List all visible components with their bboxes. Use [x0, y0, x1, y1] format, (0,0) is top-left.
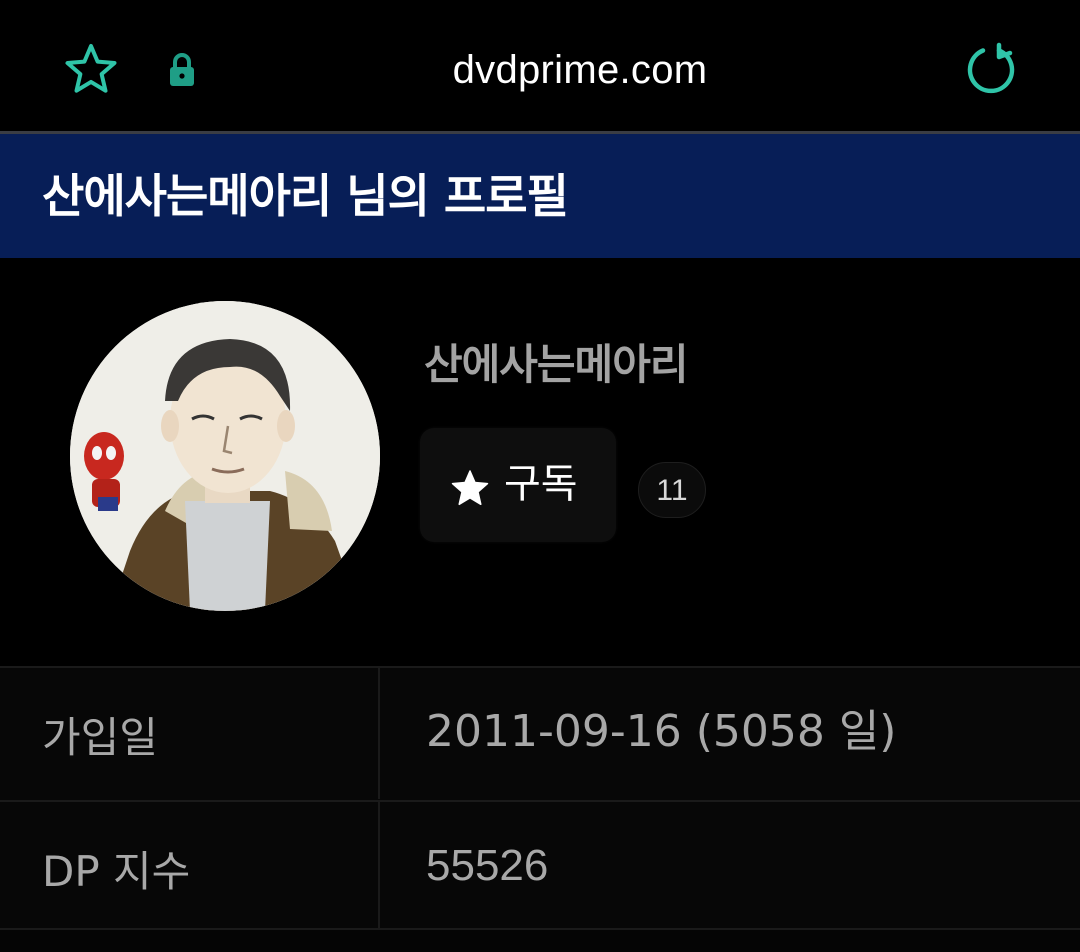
reload-icon[interactable] [960, 40, 1022, 98]
star-icon [450, 468, 490, 508]
profile-info-table: 가입일 2011-09-16 (5058 일) DP 지수 55526 [0, 666, 1080, 952]
profile-title-banner: 산에사는메아리 님의 프로필 [0, 134, 1080, 258]
info-value: 2011-09-16 (5058 일) [426, 706, 897, 757]
info-key: DP 지수 [42, 847, 191, 896]
browser-toolbar: dvdprime.com [0, 0, 1080, 132]
avatar [70, 301, 380, 611]
address-bar-url[interactable]: dvdprime.com [380, 44, 780, 96]
next-row-edge [0, 928, 1080, 952]
profile-section: 산에사는메아리 구독 11 [0, 258, 1080, 666]
info-key-cell: DP 지수 [0, 802, 380, 933]
info-value: 55526 [426, 841, 549, 890]
bookmark-star-icon[interactable] [60, 40, 122, 98]
info-row-dp-index: DP 지수 55526 [0, 800, 1080, 933]
subscriber-count-badge: 11 [638, 462, 706, 518]
subscribe-button[interactable]: 구독 [420, 428, 616, 542]
info-row-join-date: 가입일 2011-09-16 (5058 일) [0, 668, 1080, 799]
info-key-cell: 가입일 [0, 668, 380, 799]
page-title: 산에사는메아리 님의 프로필 [42, 169, 569, 223]
profile-username: 산에사는메아리 [424, 340, 688, 389]
lock-icon[interactable] [166, 52, 198, 88]
subscribe-label: 구독 [504, 461, 578, 507]
info-key: 가입일 [42, 713, 158, 762]
